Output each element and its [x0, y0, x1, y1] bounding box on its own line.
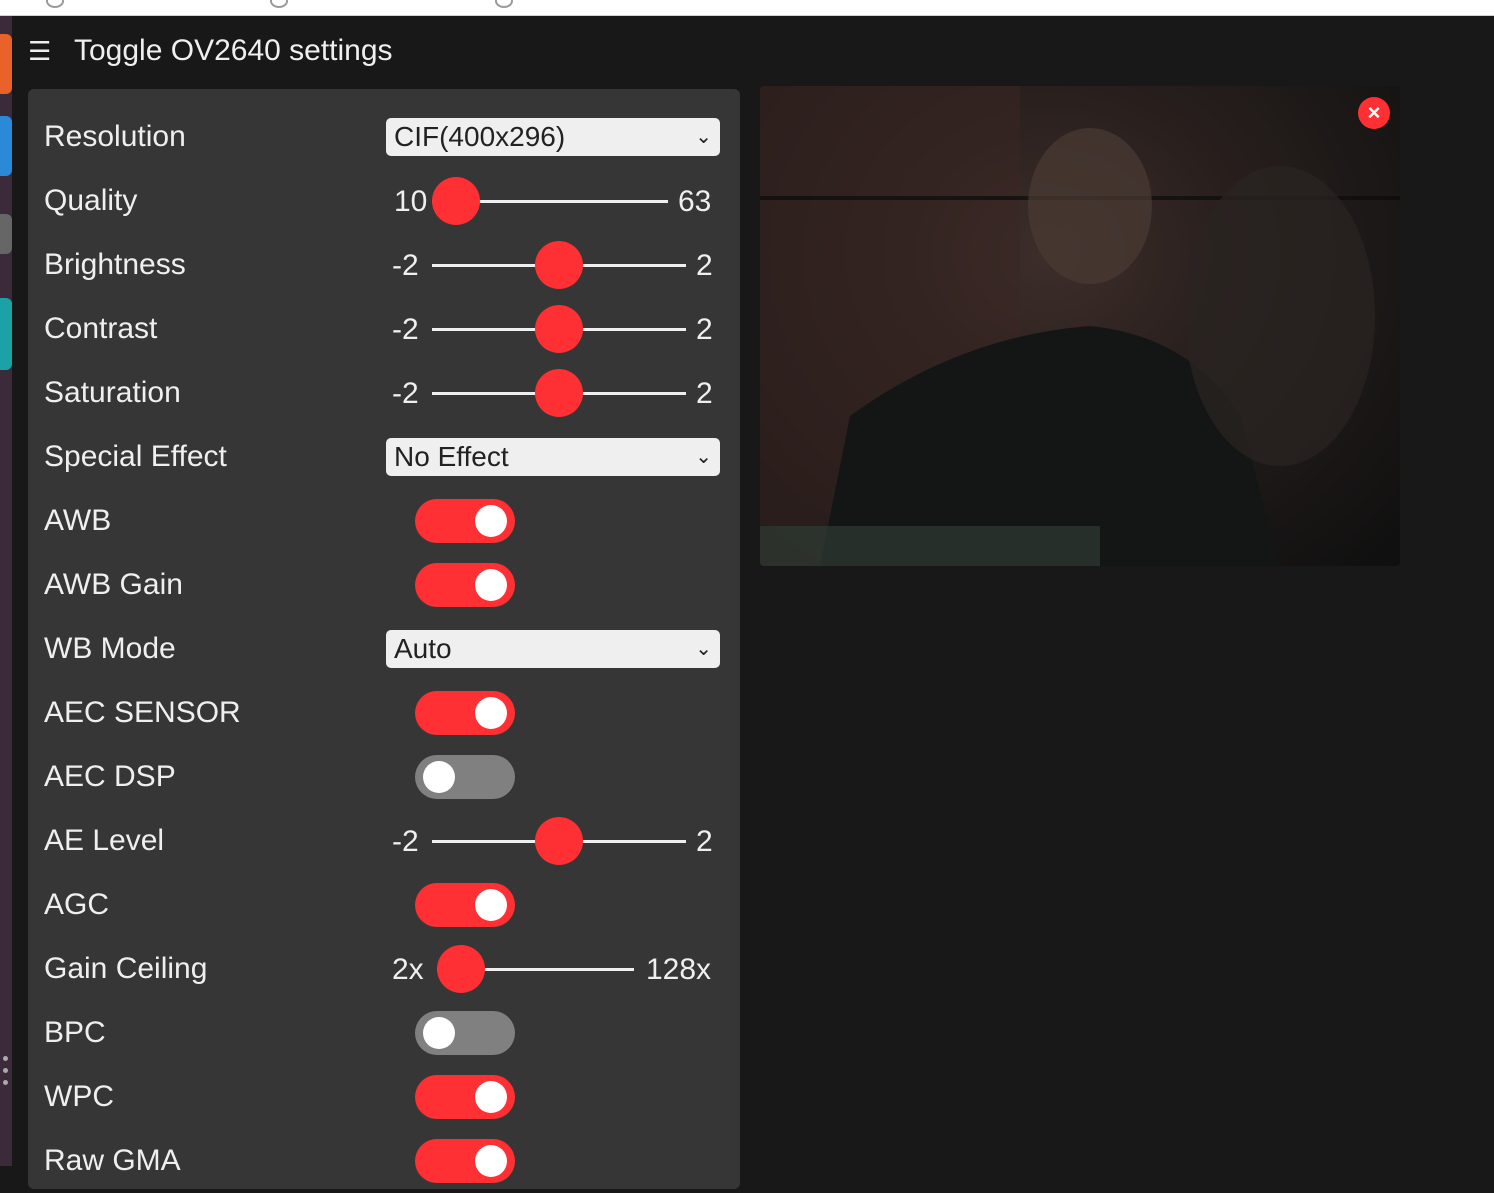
bpc-toggle[interactable] — [415, 1011, 515, 1055]
close-stream-button[interactable]: × — [1358, 97, 1390, 129]
setting-saturation: Saturation -2 2 — [44, 361, 734, 425]
dock-app-icon[interactable] — [0, 298, 12, 370]
setting-label: AWB — [44, 504, 112, 537]
awb-gain-toggle[interactable] — [415, 563, 515, 607]
range-min: -2 — [392, 377, 419, 410]
setting-brightness: Brightness -2 2 — [44, 233, 734, 297]
setting-bpc: BPC — [44, 1001, 734, 1065]
agc-toggle[interactable] — [415, 883, 515, 927]
toggle-knob — [475, 569, 507, 601]
setting-label: AE Level — [44, 824, 165, 857]
slider-thumb[interactable] — [535, 817, 583, 865]
setting-label: Saturation — [44, 376, 181, 409]
setting-label: Quality — [44, 184, 138, 217]
setting-aec-dsp: AEC DSP — [44, 745, 734, 809]
stream-frame-art — [760, 86, 1400, 566]
select-value: Auto — [394, 633, 452, 664]
setting-label: Special Effect — [44, 440, 227, 473]
setting-label: AEC SENSOR — [44, 696, 241, 729]
setting-label: WB Mode — [44, 632, 176, 665]
toggle-knob — [423, 1017, 455, 1049]
dock-app-icon[interactable] — [0, 116, 12, 176]
slider-thumb[interactable] — [535, 305, 583, 353]
range-min: 2x — [392, 953, 424, 986]
chevron-down-icon: ⌄ — [695, 126, 712, 148]
setting-gain-ceiling: Gain Ceiling 2x 128x — [44, 937, 734, 1001]
setting-raw-gma: Raw GMA — [44, 1129, 734, 1193]
settings-panel: Resolution CIF(400x296) ⌄ Quality 10 63 … — [28, 89, 740, 1189]
toggle-knob — [423, 761, 455, 793]
setting-label: Contrast — [44, 312, 158, 345]
camera-stream-image — [760, 86, 1400, 566]
toggle-knob — [475, 889, 507, 921]
settings-header[interactable]: ☰ Toggle OV2640 settings — [28, 26, 393, 76]
browser-top-strip — [0, 0, 1494, 16]
page-title[interactable]: Toggle OV2640 settings — [74, 34, 393, 68]
setting-ae-level: AE Level -2 2 — [44, 809, 734, 873]
desktop-dock-edge — [0, 16, 12, 1166]
menu-icon[interactable]: ☰ — [28, 38, 58, 64]
range-min: 10 — [394, 185, 428, 218]
range-min: -2 — [392, 313, 419, 346]
slider-thumb[interactable] — [535, 241, 583, 289]
setting-aec-sensor: AEC SENSOR — [44, 681, 734, 745]
range-min: -2 — [392, 825, 419, 858]
dock-app-icon[interactable] — [0, 34, 12, 94]
toggle-knob — [475, 505, 507, 537]
select-value: CIF(400x296) — [394, 121, 566, 152]
range-min: -2 — [392, 249, 419, 282]
stream-face-region — [1028, 128, 1152, 284]
resolution-select[interactable]: CIF(400x296) ⌄ — [386, 118, 720, 156]
setting-wb-mode: WB Mode Auto ⌄ — [44, 617, 734, 681]
range-max: 2 — [696, 249, 713, 282]
toggle-knob — [475, 1081, 507, 1113]
setting-resolution: Resolution CIF(400x296) ⌄ — [44, 105, 734, 169]
toggle-knob — [475, 1145, 507, 1177]
setting-wpc: WPC — [44, 1065, 734, 1129]
browser-icon — [495, 0, 513, 8]
range-max: 63 — [678, 185, 712, 218]
setting-label: AWB Gain — [44, 568, 183, 601]
range-max: 128x — [646, 953, 712, 986]
setting-contrast: Contrast -2 2 — [44, 297, 734, 361]
setting-label: AEC DSP — [44, 760, 176, 793]
toggle-knob — [475, 697, 507, 729]
chevron-down-icon: ⌄ — [695, 638, 712, 660]
aec-dsp-toggle[interactable] — [415, 755, 515, 799]
special-effect-select[interactable]: No Effect ⌄ — [386, 438, 720, 476]
setting-label: Gain Ceiling — [44, 952, 208, 985]
browser-icon — [270, 0, 288, 8]
setting-label: WPC — [44, 1080, 114, 1113]
chevron-down-icon: ⌄ — [695, 446, 712, 468]
setting-awb-gain: AWB Gain — [44, 553, 734, 617]
setting-label: Resolution — [44, 120, 186, 153]
raw-gma-toggle[interactable] — [415, 1139, 515, 1183]
browser-icon — [46, 0, 64, 8]
select-value: No Effect — [394, 441, 509, 472]
setting-special-effect: Special Effect No Effect ⌄ — [44, 425, 734, 489]
setting-agc: AGC — [44, 873, 734, 937]
range-max: 2 — [696, 825, 713, 858]
wpc-toggle[interactable] — [415, 1075, 515, 1119]
wb-mode-select[interactable]: Auto ⌄ — [386, 630, 720, 668]
setting-label: AGC — [44, 888, 110, 921]
slider-thumb[interactable] — [437, 945, 485, 993]
dock-app-icon[interactable] — [0, 214, 12, 254]
range-max: 2 — [696, 377, 713, 410]
setting-awb: AWB — [44, 489, 734, 553]
aec-sensor-toggle[interactable] — [415, 691, 515, 735]
setting-quality: Quality 10 63 — [44, 169, 734, 233]
dock-more-icon[interactable] — [3, 1056, 9, 1092]
setting-label: BPC — [44, 1016, 106, 1049]
slider-thumb[interactable] — [535, 369, 583, 417]
awb-toggle[interactable] — [415, 499, 515, 543]
slider-thumb[interactable] — [432, 177, 480, 225]
setting-label: Brightness — [44, 248, 186, 281]
stream-hand-region — [1185, 166, 1375, 466]
stream-desk-region — [760, 526, 1100, 566]
range-max: 2 — [696, 313, 713, 346]
setting-label: Raw GMA — [44, 1144, 181, 1177]
